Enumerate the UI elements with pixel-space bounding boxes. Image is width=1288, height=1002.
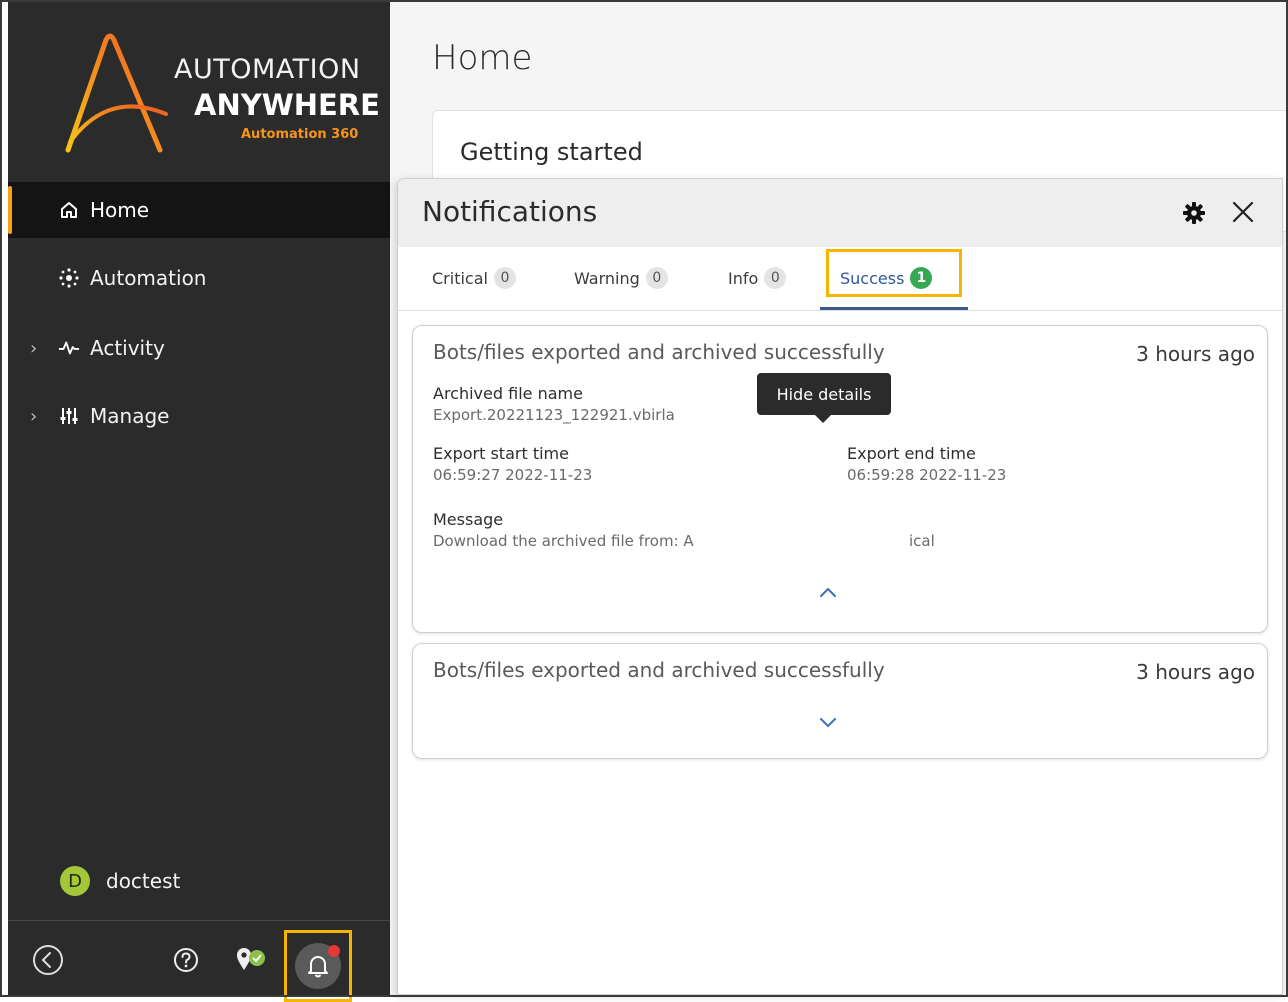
logo-text-anywhere: ANYWHERE [194, 88, 380, 122]
tab-count-badge: 0 [764, 267, 787, 289]
help-button[interactable] [172, 946, 200, 974]
activity-icon [58, 337, 80, 359]
expand-details-button[interactable] [817, 714, 839, 728]
notification-item: Bots/files exported and archived success… [412, 325, 1268, 633]
export-end-label: Export end time [847, 444, 976, 463]
chevron-right-icon: › [30, 405, 38, 427]
tabs-divider [398, 310, 1282, 311]
notifications-button[interactable] [284, 930, 352, 1002]
location-status-button[interactable] [234, 944, 268, 976]
gear-icon [1183, 202, 1205, 224]
collapse-details-button[interactable] [817, 584, 839, 598]
notification-badge-dot [328, 945, 340, 957]
location-check-icon [237, 948, 265, 970]
close-icon [1232, 201, 1254, 223]
tab-warning[interactable]: Warning 0 [574, 267, 668, 289]
chevron-down-icon [820, 718, 836, 728]
getting-started-title: Getting started [460, 138, 643, 166]
page-title: Home [432, 38, 533, 78]
sidebar-item-label: Manage [90, 404, 170, 428]
help-icon [174, 948, 198, 972]
collapse-icon [33, 945, 63, 975]
avatar: D [60, 866, 90, 896]
notifications-panel: Notifications Critical 0 Warning 0 Info … [397, 178, 1283, 995]
user-profile[interactable]: D doctest [60, 866, 180, 896]
sidebar-bottom-bar [8, 922, 390, 1002]
bell-icon [308, 956, 328, 978]
sidebar-item-label: Activity [90, 336, 165, 360]
notifications-title: Notifications [422, 195, 598, 228]
tab-success[interactable]: Success 1 [840, 267, 933, 289]
sidebar-item-label: Automation [90, 266, 207, 290]
tab-label: Critical [432, 268, 488, 288]
hide-details-tooltip: Hide details [757, 373, 891, 423]
notifications-header: Notifications [398, 179, 1282, 247]
close-button[interactable] [1230, 199, 1256, 225]
sidebar-item-manage[interactable]: › Manage [8, 388, 390, 444]
notification-item: Bots/files exported and archived success… [412, 643, 1268, 759]
tab-count-badge: 1 [910, 267, 933, 289]
sidebar-item-automation[interactable]: Automation [8, 250, 390, 306]
sidebar-divider [8, 920, 390, 921]
home-icon [58, 199, 80, 221]
bell-button-circle [295, 943, 341, 989]
manage-icon [58, 405, 80, 427]
notification-time: 3 hours ago [1136, 342, 1255, 366]
sidebar: AUTOMATION ANYWHERE Automation 360 Home … [8, 2, 390, 1002]
logo-text-automation: AUTOMATION [174, 54, 361, 85]
logo-icon [65, 33, 168, 153]
message-value-tail: ical [909, 532, 935, 550]
logo: AUTOMATION ANYWHERE Automation 360 [48, 30, 380, 170]
export-start-value: 06:59:27 2022-11-23 [433, 466, 593, 484]
automation-icon [58, 267, 80, 289]
export-start-label: Export start time [433, 444, 569, 463]
message-label: Message [433, 510, 504, 529]
notification-settings-button[interactable] [1182, 201, 1206, 225]
sidebar-item-activity[interactable]: › Activity [8, 320, 390, 376]
notification-title: Bots/files exported and archived success… [433, 340, 885, 364]
sidebar-item-home[interactable]: Home [8, 182, 390, 238]
tab-label: Warning [574, 268, 640, 288]
tab-label: Info [728, 268, 759, 288]
archived-file-label: Archived file name [433, 384, 583, 403]
sidebar-item-label: Home [90, 198, 150, 222]
notification-time: 3 hours ago [1136, 660, 1255, 684]
tab-info[interactable]: Info 0 [728, 267, 787, 289]
export-end-value: 06:59:28 2022-11-23 [847, 466, 1007, 484]
tab-critical[interactable]: Critical 0 [432, 267, 516, 289]
user-name: doctest [106, 869, 181, 893]
archived-file-value: Export.20221123_122921.vbirla [433, 406, 675, 424]
notification-tabs: Critical 0 Warning 0 Info 0 Success 1 [398, 247, 1282, 311]
tab-label: Success [840, 268, 905, 288]
notification-title: Bots/files exported and archived success… [433, 658, 885, 682]
chevron-up-icon [820, 587, 836, 597]
tab-count-badge: 0 [645, 267, 668, 289]
chevron-right-icon: › [30, 337, 38, 359]
collapse-button[interactable] [32, 944, 64, 976]
tab-count-badge: 0 [493, 267, 516, 289]
message-value: Download the archived file from: A [433, 532, 694, 550]
logo-text-version: Automation 360 [241, 127, 359, 142]
